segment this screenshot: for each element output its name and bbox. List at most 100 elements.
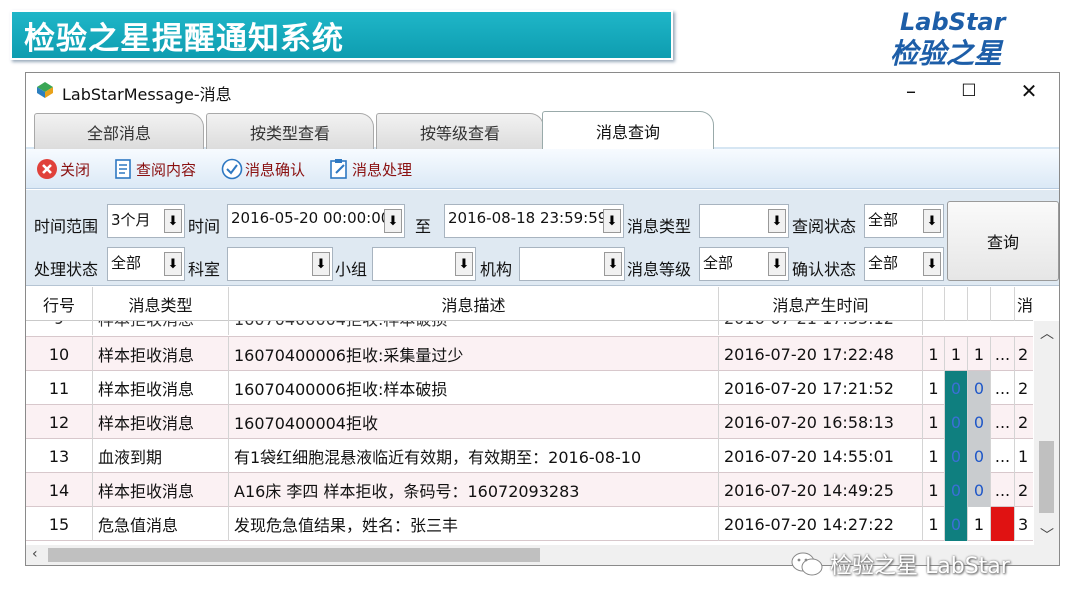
table-row[interactable]: 14 样本拒收消息 A16床 李四 样本拒收，条码号：16072093283 2016…: [26, 473, 1033, 507]
tab-by-level[interactable]: 按等级查看: [376, 113, 544, 149]
tab-message-query[interactable]: 消息查询: [542, 111, 714, 149]
tab-all-messages[interactable]: 全部消息: [34, 113, 204, 149]
dropdown-arrow-icon[interactable]: ⬇: [923, 209, 941, 233]
message-type-select[interactable]: ⬇: [699, 204, 789, 238]
group-label: 小组: [335, 260, 368, 279]
header-flag-2[interactable]: [945, 287, 968, 321]
dropdown-arrow-icon[interactable]: ⬇: [768, 209, 786, 233]
scroll-left-icon[interactable]: ‹: [32, 546, 38, 562]
time-from-picker[interactable]: 2016-05-20 00:00:00 ⬇: [227, 204, 405, 238]
time-to-picker[interactable]: 2016-08-18 23:59:59 ⬇: [444, 204, 624, 238]
cell-description: 16070400006拒收:采集量过少: [229, 337, 719, 371]
message-level-label: 消息等级: [627, 260, 692, 279]
cell-description: 16070400006拒收:样本破损: [229, 371, 719, 405]
vertical-scroll-thumb[interactable]: [1039, 441, 1054, 513]
message-grid: 行号 消息类型 消息描述 消息产生时间 消息 9 样本拒收消息 16070400…: [26, 287, 1033, 545]
header-level[interactable]: 消息: [1015, 287, 1033, 321]
cell-flag-4: ...: [991, 405, 1015, 439]
cell-time: 2016-07-20 14:49:25: [719, 473, 923, 507]
confirm-status-select[interactable]: 全部 ⬇: [864, 247, 944, 281]
cell-description: 有1袋红细胞混悬液临近有效期，有效期至：2016-08-10: [229, 439, 719, 473]
close-window-button[interactable]: ✕: [1006, 76, 1052, 106]
cell-row-no: 15: [26, 507, 93, 541]
process-status-select[interactable]: 全部 ⬇: [107, 247, 185, 281]
time-from-value: 2016-05-20 00:00:00: [231, 209, 391, 227]
cell-type: 样本拒收消息: [93, 337, 229, 371]
process-message-button[interactable]: 消息处理: [328, 157, 412, 181]
header-row-no[interactable]: 行号: [26, 287, 93, 321]
dropdown-arrow-icon[interactable]: ⬇: [923, 252, 941, 276]
cell-description: 发现危急值结果，姓名：张三丰: [229, 507, 719, 541]
cell-flag-4: ...: [991, 439, 1015, 473]
table-row-partial[interactable]: 9 样本拒收消息 16070400004拒收:样本破损 2016-07-21 1…: [26, 321, 1033, 337]
close-button[interactable]: 关闭: [36, 157, 90, 181]
process-message-label: 消息处理: [352, 160, 413, 179]
cell-flag-1: 1: [923, 439, 945, 473]
cell-flag-4: ...: [991, 371, 1015, 405]
table-row[interactable]: 10 样本拒收消息 16070400006拒收:采集量过少 2016-07-20 17…: [26, 337, 1033, 371]
dropdown-arrow-icon[interactable]: ⬇: [604, 252, 622, 276]
query-button[interactable]: 查询: [947, 201, 1059, 281]
cell-flag-4: ...: [991, 337, 1015, 371]
cell-flag-3: 1: [968, 507, 991, 541]
tab-by-type[interactable]: 按类型查看: [206, 113, 374, 149]
message-window: LabStarMessage-消息 – ☐ ✕ 全部消息 按类型查看 按等级查看…: [25, 72, 1060, 566]
cell-type: 样本拒收消息: [93, 473, 229, 507]
dropdown-arrow-icon[interactable]: ⬇: [768, 252, 786, 276]
scroll-down-icon[interactable]: ﹀: [1040, 525, 1054, 545]
header-flag-4[interactable]: [991, 287, 1015, 321]
header-flag-3[interactable]: [968, 287, 991, 321]
cell-flag-1: 1: [923, 507, 945, 541]
header-flag-1[interactable]: [923, 287, 945, 321]
department-select[interactable]: ⬇: [227, 247, 333, 281]
cell-time: 2016-07-20 14:27:22: [719, 507, 923, 541]
table-row[interactable]: 11 样本拒收消息 16070400006拒收:样本破损 2016-07-20 17:…: [26, 371, 1033, 405]
toolbar: 关闭 查阅内容 消息确认 消息处理: [26, 149, 1059, 189]
clipboard-edit-icon: [330, 159, 347, 179]
cell-row-no: 11: [26, 371, 93, 405]
to-label: 至: [415, 217, 432, 236]
cell-flag-1: 1: [923, 371, 945, 405]
cell-time: 2016-07-20 14:55:01: [719, 439, 923, 473]
cell-flag-2: 0: [945, 439, 968, 473]
header-description[interactable]: 消息描述: [229, 287, 719, 321]
vertical-scrollbar[interactable]: ︿ ﹀: [1034, 321, 1059, 545]
cell-row-no: 12: [26, 405, 93, 439]
dropdown-arrow-icon[interactable]: ⬇: [164, 209, 182, 233]
time-label: 时间: [188, 217, 221, 236]
confirm-message-button[interactable]: 消息确认: [221, 157, 305, 181]
table-row[interactable]: 15 危急值消息 发现危急值结果，姓名：张三丰 2016-07-20 14:27:22…: [26, 507, 1033, 541]
department-label: 科室: [188, 260, 221, 279]
cell-row-no: 9: [26, 321, 93, 335]
scroll-up-icon[interactable]: ︿: [1040, 323, 1054, 343]
table-row[interactable]: 13 血液到期 有1袋红细胞混悬液临近有效期，有效期至：2016-08-10 2016…: [26, 439, 1033, 473]
header-time[interactable]: 消息产生时间: [719, 287, 923, 321]
cell-description: A16床 李四 样本拒收，条码号：16072093283: [229, 473, 719, 507]
cell-type: 危急值消息: [93, 507, 229, 541]
message-level-select[interactable]: 全部 ⬇: [699, 247, 789, 281]
organization-select[interactable]: ⬇: [519, 247, 625, 281]
table-row[interactable]: 12 样本拒收消息 16070400004拒收 2016-07-20 16:58:13…: [26, 405, 1033, 439]
cell-time: 2016-07-20 17:22:48: [719, 337, 923, 371]
cell-flag-3: 1: [968, 337, 991, 371]
message-level-value: 全部: [703, 254, 734, 272]
view-content-button[interactable]: 查阅内容: [112, 157, 196, 181]
time-range-select[interactable]: 3个月 ⬇: [107, 204, 185, 238]
read-status-select[interactable]: 全部 ⬇: [864, 204, 944, 238]
dropdown-arrow-icon[interactable]: ⬇: [164, 252, 182, 276]
dropdown-arrow-icon[interactable]: ⬇: [384, 209, 402, 233]
maximize-button[interactable]: ☐: [946, 76, 992, 106]
minimize-button[interactable]: –: [888, 76, 934, 106]
logo-cn: 检验之星: [890, 37, 1003, 70]
dropdown-arrow-icon[interactable]: ⬇: [603, 209, 621, 233]
cell-flag-2: 0: [945, 371, 968, 405]
group-select[interactable]: ⬇: [372, 247, 476, 281]
cell-level: 2: [1015, 473, 1033, 507]
horizontal-scroll-thumb[interactable]: [48, 548, 540, 562]
cell-type: 样本拒收消息: [93, 371, 229, 405]
header-type[interactable]: 消息类型: [93, 287, 229, 321]
dropdown-arrow-icon[interactable]: ⬇: [312, 252, 330, 276]
cell-flag-3: 0: [968, 405, 991, 439]
dropdown-arrow-icon[interactable]: ⬇: [455, 252, 473, 276]
grid-header: 行号 消息类型 消息描述 消息产生时间 消息: [26, 287, 1033, 321]
